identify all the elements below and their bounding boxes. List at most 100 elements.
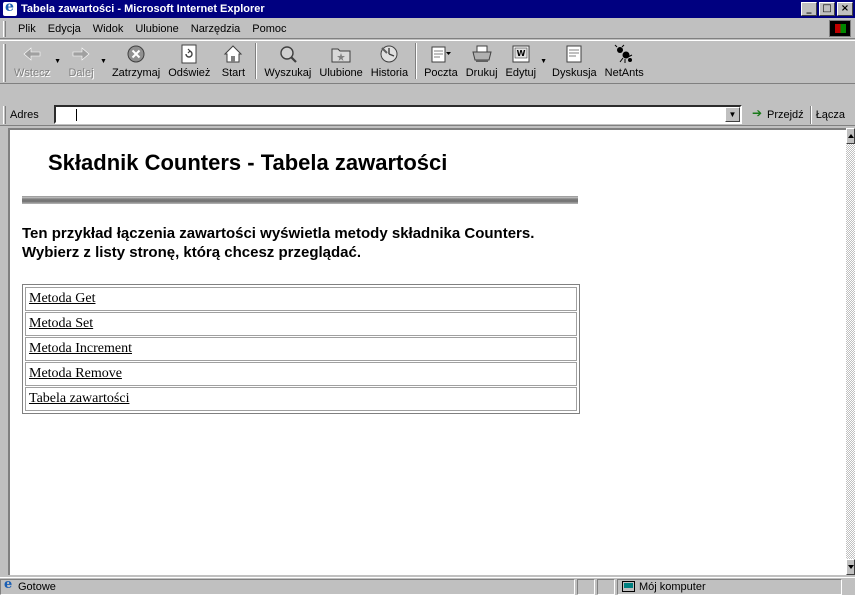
mail-icon — [430, 44, 452, 64]
edit-button[interactable]: W Edytuj — [502, 41, 541, 83]
discuss-label: Dyskusja — [552, 67, 597, 79]
refresh-label: Odśwież — [168, 67, 211, 79]
home-button[interactable]: Start — [214, 41, 252, 83]
print-label: Drukuj — [465, 67, 498, 79]
page-title: Składnik Counters - Tabela zawartości — [48, 150, 448, 175]
netants-label: NetAnts — [604, 67, 644, 79]
forward-dropdown-icon[interactable]: ▼ — [100, 58, 107, 65]
toc-link-contents[interactable]: Tabela zawartości — [29, 391, 129, 407]
mail-button[interactable]: Poczta — [420, 41, 462, 83]
scroll-down-button[interactable] — [846, 559, 855, 575]
address-dropdown-icon[interactable]: ▼ — [725, 107, 740, 122]
favorites-label: Ulubione — [319, 67, 363, 79]
history-label: Historia — [370, 67, 409, 79]
vertical-scrollbar[interactable] — [846, 128, 855, 575]
window-title: Tabela zawartości - Microsoft Internet E… — [21, 3, 265, 15]
menu-edycja[interactable]: Edycja — [42, 23, 87, 35]
menu-widok[interactable]: Widok — [87, 23, 130, 35]
address-input[interactable]: ▼ — [54, 105, 742, 124]
toolbar-separator — [415, 43, 418, 79]
toc-table: Metoda Get Metoda Set Metoda Increment M… — [22, 284, 580, 414]
forward-arrow-icon — [70, 44, 92, 64]
toolbar-separator — [255, 43, 258, 79]
address-grip[interactable] — [3, 106, 6, 124]
address-bar: Adres ▼ Przejdź Łącza — [0, 104, 855, 126]
zone-label: Mój komputer — [639, 580, 706, 593]
refresh-button[interactable]: Odśwież — [164, 41, 214, 83]
table-row: Metoda Increment — [25, 337, 577, 361]
menu-pomoc[interactable]: Pomoc — [246, 23, 292, 35]
stop-label: Zatrzymaj — [111, 67, 161, 79]
printer-icon — [471, 44, 493, 64]
search-icon — [277, 44, 299, 64]
netants-button[interactable]: NetAnts — [601, 41, 648, 83]
edit-dropdown-icon[interactable]: ▼ — [540, 58, 547, 65]
home-label: Start — [221, 67, 246, 79]
address-label: Adres — [10, 108, 39, 121]
computer-icon — [622, 581, 635, 592]
history-button[interactable]: Historia — [367, 41, 412, 83]
table-row: Metoda Remove — [25, 362, 577, 386]
links-button[interactable]: Łącza — [816, 109, 845, 121]
ie-app-icon[interactable] — [3, 0, 17, 16]
menu-grip[interactable] — [3, 21, 6, 37]
favorites-folder-icon — [330, 44, 352, 64]
toc-link-increment[interactable]: Metoda Increment — [29, 341, 132, 357]
intro-text: Ten przykład łączenia zawartości wyświet… — [22, 225, 535, 261]
forward-button[interactable]: Dalej — [62, 41, 100, 83]
table-row: Tabela zawartości — [25, 387, 577, 411]
forward-label: Dalej — [68, 67, 94, 79]
search-button[interactable]: Wyszukaj — [260, 41, 315, 83]
netants-ant-icon — [613, 44, 635, 64]
favorites-button[interactable]: Ulubione — [315, 41, 366, 83]
page-icon — [3, 577, 15, 593]
text-caret — [76, 109, 77, 121]
print-button[interactable]: Drukuj — [462, 41, 502, 83]
stop-icon — [125, 44, 147, 64]
stop-button[interactable]: Zatrzymaj — [108, 41, 164, 83]
go-arrow-icon — [752, 106, 764, 121]
menu-narzedzia[interactable]: Narzędzia — [185, 23, 247, 35]
maximize-button[interactable]: □ — [819, 2, 835, 16]
status-panel: Gotowe — [0, 577, 575, 595]
table-row: Metoda Get — [25, 287, 577, 311]
edit-label: Edytuj — [505, 67, 537, 79]
go-button[interactable]: Przejdź — [752, 106, 804, 121]
discuss-button[interactable]: Dyskusja — [548, 41, 601, 83]
refresh-icon — [178, 44, 200, 64]
back-button[interactable]: Wstecz — [10, 41, 54, 83]
security-zone: Mój komputer — [617, 578, 842, 595]
menu-ulubione[interactable]: Ulubione — [129, 23, 184, 35]
discuss-icon — [563, 44, 585, 64]
go-label: Przejdź — [767, 108, 804, 121]
word-edit-icon: W — [510, 44, 532, 64]
status-bar: Gotowe Mój komputer — [0, 577, 855, 595]
scroll-up-button[interactable] — [846, 128, 855, 144]
home-icon — [222, 44, 244, 64]
back-arrow-icon — [21, 44, 43, 64]
history-icon — [378, 44, 400, 64]
search-label: Wyszukaj — [264, 67, 312, 79]
menu-plik[interactable]: Plik — [12, 23, 42, 35]
back-dropdown-icon[interactable]: ▼ — [54, 58, 61, 65]
back-label: Wstecz — [14, 67, 51, 79]
close-button[interactable]: × — [837, 2, 853, 16]
page-content: Składnik Counters - Tabela zawartości Te… — [8, 128, 846, 575]
svg-text:W: W — [516, 49, 525, 58]
toc-link-set[interactable]: Metoda Set — [29, 316, 93, 332]
mail-label: Poczta — [424, 67, 458, 79]
status-cell-empty — [597, 578, 615, 595]
horizontal-rule — [22, 196, 578, 204]
links-separator — [809, 105, 812, 124]
menu-bar: Plik Edycja Widok Ulubione Narzędzia Pom… — [0, 19, 855, 39]
standard-toolbar: Wstecz ▼ Dalej ▼ Zatrzymaj Odśwież Start… — [0, 40, 855, 84]
title-bar: Tabela zawartości - Microsoft Internet E… — [0, 0, 855, 18]
toc-link-remove[interactable]: Metoda Remove — [29, 366, 122, 382]
table-row: Metoda Set — [25, 312, 577, 336]
toolbar-grip[interactable] — [3, 44, 6, 82]
status-cell-empty — [577, 578, 595, 595]
toc-link-get[interactable]: Metoda Get — [29, 291, 95, 307]
windows-logo-icon — [829, 20, 851, 37]
minimize-button[interactable]: _ — [801, 2, 817, 16]
status-text: Gotowe — [18, 580, 56, 593]
